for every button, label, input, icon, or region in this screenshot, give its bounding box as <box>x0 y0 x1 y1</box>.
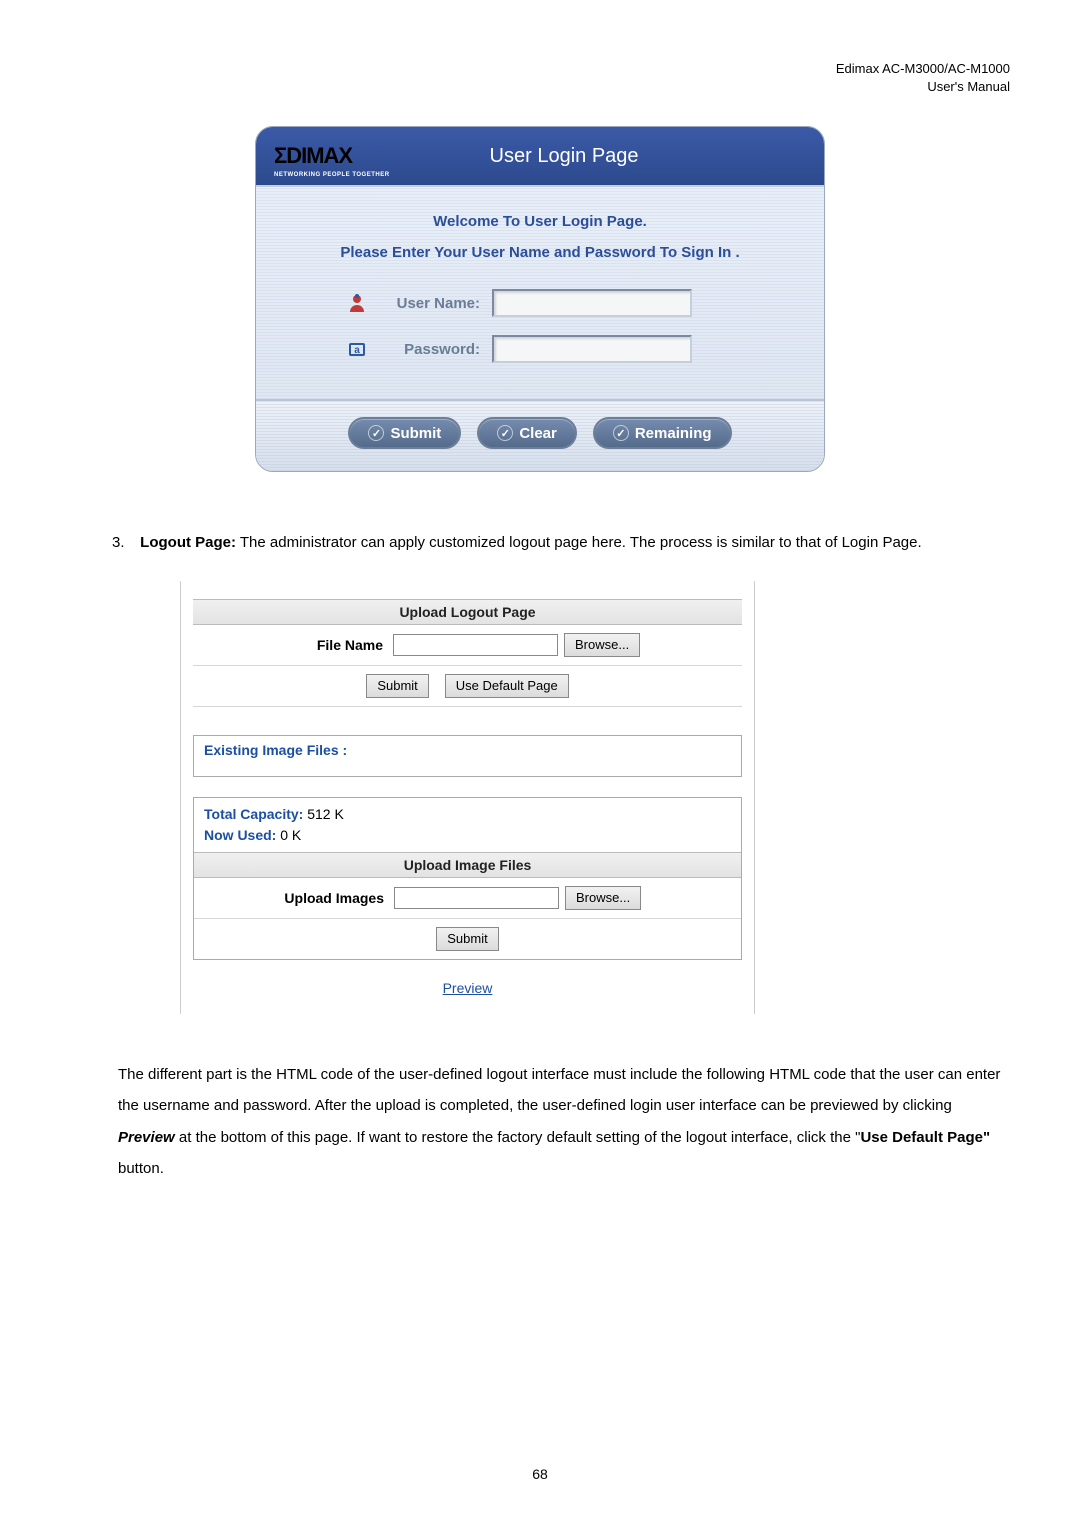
password-label: Password: <box>380 341 480 358</box>
password-icon: a <box>346 338 368 360</box>
upload-images-row: Upload Images Browse... <box>194 878 741 919</box>
header-line2: User's Manual <box>70 78 1010 96</box>
submit-row: Submit Use Default Page <box>193 666 742 707</box>
logo-tagline: NETWORKING PEOPLE TOGETHER <box>274 172 390 178</box>
submit-row-2: Submit <box>194 919 741 960</box>
para-text-a: The different part is the HTML code of t… <box>118 1066 1000 1115</box>
existing-image-files-box: Existing Image Files : <box>193 735 742 777</box>
use-default-word: Use Default Page" <box>860 1129 990 1146</box>
edimax-logo: ΣDIMAX NETWORKING PEOPLE TOGETHER <box>274 143 352 169</box>
submit-button[interactable]: Submit <box>366 674 428 698</box>
username-row: User Name: <box>286 289 794 317</box>
upload-images-label: Upload Images <box>194 890 394 906</box>
instruction-text: Please Enter Your User Name and Password… <box>286 244 794 261</box>
svg-text:a: a <box>354 345 360 356</box>
check-icon: ✓ <box>368 425 384 441</box>
clear-button[interactable]: ✓ Clear <box>477 417 577 449</box>
login-header: ΣDIMAX NETWORKING PEOPLE TOGETHER User L… <box>256 127 824 185</box>
remaining-button[interactable]: ✓ Remaining <box>593 417 732 449</box>
login-body: Welcome To User Login Page. Please Enter… <box>256 185 824 399</box>
browse-button-2[interactable]: Browse... <box>565 886 641 910</box>
para-text-b: at the bottom of this page. If want to r… <box>175 1129 861 1146</box>
upload-image-files-header: Upload Image Files <box>194 852 741 878</box>
user-icon <box>346 292 368 314</box>
logo-text: ΣDIMAX <box>274 143 352 168</box>
capacity-box: Total Capacity: 512 K Now Used: 0 K Uplo… <box>193 797 742 960</box>
total-capacity-value: 512 K <box>307 806 344 822</box>
list-item-3: 3. Logout Page: The administrator can ap… <box>112 527 1010 559</box>
total-capacity-label: Total Capacity: <box>204 806 307 822</box>
preview-word: Preview <box>118 1129 175 1146</box>
file-name-input[interactable] <box>393 634 558 656</box>
list-title: Logout Page: <box>140 534 236 551</box>
existing-title: Existing Image Files : <box>204 742 347 758</box>
preview-link[interactable]: Preview <box>193 980 742 996</box>
password-input[interactable] <box>492 335 692 363</box>
submit-button-2[interactable]: Submit <box>436 927 498 951</box>
list-number: 3. <box>112 527 136 559</box>
browse-button[interactable]: Browse... <box>564 633 640 657</box>
list-text: The administrator can apply customized l… <box>236 534 922 551</box>
upload-logout-figure: Upload Logout Page File Name Browse... S… <box>180 581 755 1014</box>
upload-images-input[interactable] <box>394 887 559 909</box>
check-icon: ✓ <box>497 425 513 441</box>
now-used-value: 0 K <box>280 827 301 843</box>
use-default-button[interactable]: Use Default Page <box>445 674 569 698</box>
capacity-text: Total Capacity: 512 K Now Used: 0 K <box>194 798 741 852</box>
password-row: a Password: <box>286 335 794 363</box>
login-footer: ✓ Submit ✓ Clear ✓ Remaining <box>256 399 824 471</box>
upload-logout-page-header: Upload Logout Page <box>193 599 742 625</box>
now-used-label: Now Used: <box>204 827 280 843</box>
para-text-c: button. <box>118 1160 164 1177</box>
page-number: 68 <box>532 1466 548 1482</box>
login-page-figure: ΣDIMAX NETWORKING PEOPLE TOGETHER User L… <box>255 126 825 472</box>
manual-header: Edimax AC-M3000/AC-M1000 User's Manual <box>70 60 1010 96</box>
username-label: User Name: <box>380 295 480 312</box>
description-paragraph: The different part is the HTML code of t… <box>118 1059 1002 1185</box>
username-input[interactable] <box>492 289 692 317</box>
file-name-label: File Name <box>193 637 393 653</box>
check-icon: ✓ <box>613 425 629 441</box>
submit-button[interactable]: ✓ Submit <box>348 417 461 449</box>
header-line1: Edimax AC-M3000/AC-M1000 <box>70 60 1010 78</box>
welcome-text: Welcome To User Login Page. <box>286 213 794 230</box>
file-name-row: File Name Browse... <box>193 625 742 666</box>
login-title: User Login Page <box>362 145 806 168</box>
